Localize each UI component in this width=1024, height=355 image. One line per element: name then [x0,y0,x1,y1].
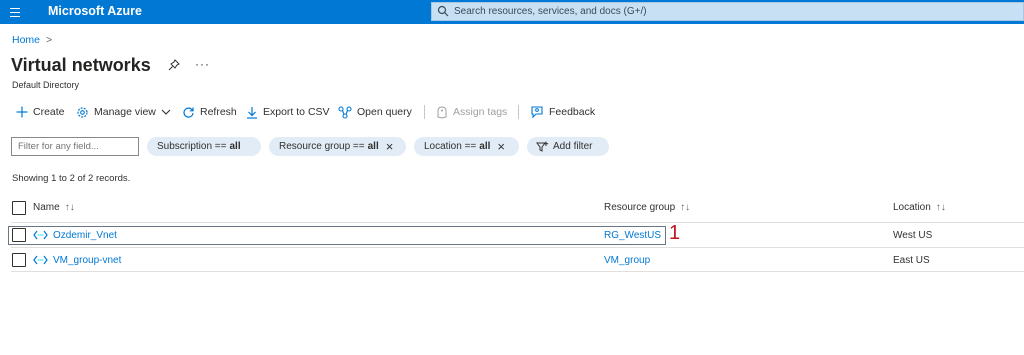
resource-group-filter-pill[interactable]: Resource group == all × [269,137,406,156]
resource-group-filter-value: all [367,141,379,152]
assign-tags-button[interactable]: Assign tags [436,103,507,121]
refresh-label: Refresh [200,106,237,118]
subscription-filter-pill[interactable]: Subscription == all [147,137,261,156]
column-name-label: Name [33,202,60,213]
add-filter-label: Add filter [553,141,593,152]
toolbar-divider [424,105,425,119]
add-filter-button[interactable]: Add filter [527,137,609,156]
search-icon [437,5,449,17]
brand-title[interactable]: Microsoft Azure [48,4,142,18]
top-bar: Microsoft Azure Search resources, servic… [0,0,1024,24]
chevron-right-icon: > [46,34,53,46]
close-icon[interactable]: × [497,140,505,153]
feedback-icon [531,105,543,118]
vnet-name-link[interactable]: Ozdemir_Vnet [53,230,117,241]
row-checkbox[interactable] [12,228,26,242]
row-divider [11,247,1024,248]
chevron-down-icon [161,109,171,115]
global-search-input[interactable]: Search resources, services, and docs (G+… [431,2,1024,21]
virtual-network-icon [33,230,48,240]
location-filter-label: Location == [424,141,477,152]
column-header-name[interactable]: Name ↑↓ [33,202,75,213]
add-filter-icon [536,141,549,152]
open-query-label: Open query [357,106,412,118]
subscription-filter-label: Subscription == [157,141,227,152]
menu-icon[interactable] [6,3,24,21]
location-filter-pill[interactable]: Location == all × [414,137,519,156]
annotation-number: 1 [669,222,681,244]
gear-icon [77,106,88,118]
column-header-resource-group[interactable]: Resource group ↑↓ [604,202,690,213]
subscription-filter-value: all [229,141,241,152]
resource-group-link[interactable]: RG_WestUS [604,230,661,241]
page-subtitle: Default Directory [12,80,80,90]
header-divider [11,222,1024,223]
resource-group-filter-label: Resource group == [279,141,365,152]
create-button[interactable]: Create [16,103,65,121]
tag-icon [437,105,447,119]
records-count: Showing 1 to 2 of 2 records. [12,173,131,184]
pin-icon[interactable] [168,59,180,71]
download-icon [247,106,257,119]
select-all-checkbox[interactable] [12,201,26,215]
breadcrumb-home[interactable]: Home [12,34,40,46]
breadcrumb: Home > [12,34,52,46]
export-csv-label: Export to CSV [263,106,330,118]
resource-group-link[interactable]: VM_group [604,255,650,266]
toolbar-divider [518,105,519,119]
column-resource-group-label: Resource group [604,202,676,213]
virtual-network-icon [33,255,48,265]
close-icon[interactable]: × [386,140,394,153]
location-cell: West US [893,230,933,241]
sort-icon[interactable]: ↑↓ [680,202,690,213]
row-checkbox[interactable] [12,253,26,267]
column-header-location[interactable]: Location ↑↓ [893,202,946,213]
assign-tags-label: Assign tags [453,106,508,118]
plus-icon [16,106,28,118]
column-location-label: Location [893,202,931,213]
refresh-button[interactable]: Refresh [182,103,237,121]
location-cell: East US [893,255,930,266]
manage-view-label: Manage view [94,106,156,118]
export-csv-button[interactable]: Export to CSV [246,103,330,121]
query-icon [338,105,352,119]
filter-input[interactable] [11,137,139,156]
location-filter-value: all [479,141,491,152]
feedback-button[interactable]: Feedback [530,103,595,121]
search-placeholder: Search resources, services, and docs (G+… [454,6,647,17]
page-title: Virtual networks [11,55,151,75]
manage-view-button[interactable]: Manage view [76,103,171,121]
vnet-name-link[interactable]: VM_group-vnet [53,255,121,266]
create-label: Create [33,106,65,118]
refresh-icon [183,107,194,118]
sort-icon[interactable]: ↑↓ [65,202,75,213]
sort-icon[interactable]: ↑↓ [936,202,946,213]
more-options-icon[interactable]: ··· [195,57,210,71]
row-divider [11,271,1024,272]
open-query-button[interactable]: Open query [338,103,412,121]
feedback-label: Feedback [549,106,596,118]
